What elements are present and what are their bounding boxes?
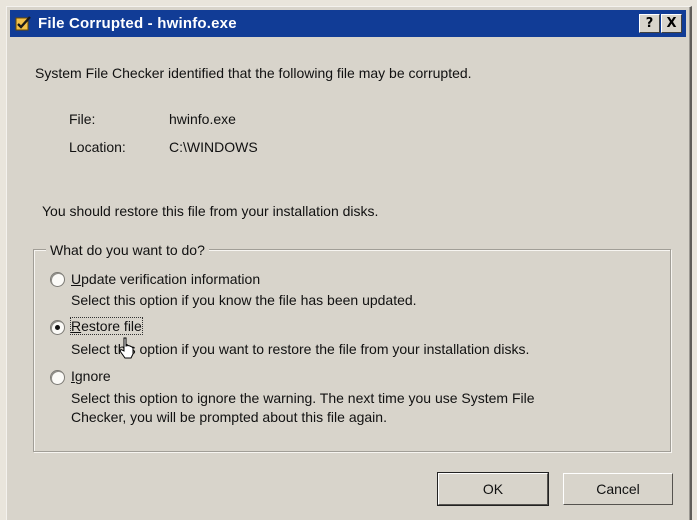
update-verification-label[interactable]: Update verification information — [71, 271, 260, 287]
restore-file-description: Select this option if you want to restor… — [71, 341, 530, 357]
ignore-description-line2: Checker, you will be prompted about this… — [71, 409, 387, 425]
file-corrupted-dialog: File Corrupted - hwinfo.exe ? X System F… — [6, 6, 692, 520]
file-value: hwinfo.exe — [169, 111, 236, 127]
file-label: File: — [69, 111, 96, 127]
group-legend: What do you want to do? — [46, 242, 209, 258]
ok-button[interactable]: OK — [438, 473, 548, 505]
restore-file-label[interactable]: Restore file — [70, 317, 143, 335]
intro-message: System File Checker identified that the … — [35, 65, 472, 81]
mouse-pointer-icon — [119, 337, 134, 359]
update-verification-radio[interactable] — [50, 272, 65, 287]
restore-file-radio[interactable] — [50, 320, 65, 335]
close-button[interactable]: X — [661, 14, 682, 33]
ignore-label[interactable]: Ignore — [71, 368, 111, 384]
help-button[interactable]: ? — [639, 14, 660, 33]
location-value: C:\WINDOWS — [169, 139, 258, 155]
title-bar[interactable]: File Corrupted - hwinfo.exe ? X — [10, 10, 686, 37]
ignore-description-line1: Select this option to ignore the warning… — [71, 390, 535, 406]
window-title: File Corrupted - hwinfo.exe — [38, 15, 237, 32]
radio-selected-dot — [55, 325, 60, 330]
ignore-radio[interactable] — [50, 370, 65, 385]
advice-message: You should restore this file from your i… — [42, 203, 379, 219]
checkmark-window-icon — [15, 16, 31, 31]
location-label: Location: — [69, 139, 126, 155]
cancel-button[interactable]: Cancel — [563, 473, 673, 505]
update-verification-description: Select this option if you know the file … — [71, 292, 417, 308]
